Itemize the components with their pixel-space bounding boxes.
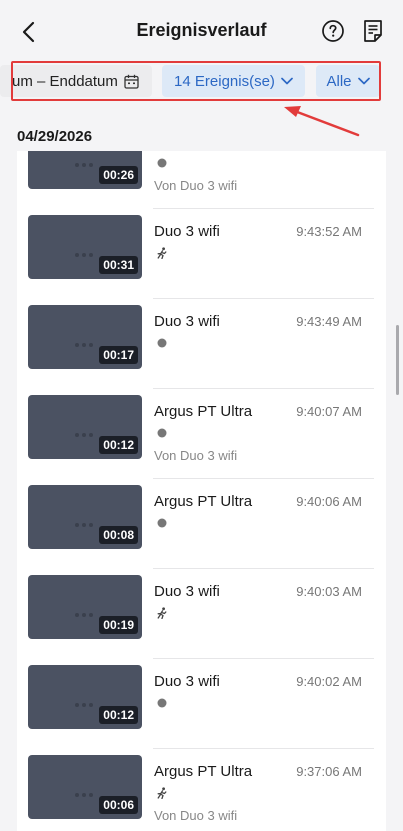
list-item[interactable]: 00:06 Argus PT Ultra 9:37:06 AM Von Duo … xyxy=(17,749,386,831)
person-icon xyxy=(157,247,167,259)
chevron-down-icon xyxy=(281,77,293,85)
video-thumbnail: 00:31 xyxy=(28,215,142,279)
event-time: 9:40:07 AM xyxy=(296,404,362,419)
event-time: 9:40:03 AM xyxy=(296,584,362,599)
dot-icon xyxy=(157,518,167,528)
dot-icon xyxy=(157,698,167,708)
dot-icon xyxy=(157,338,167,348)
date-range-label: um – Enddatum xyxy=(12,72,118,90)
list-item[interactable]: 00:26 Von Duo 3 wifi xyxy=(17,151,386,209)
video-thumbnail: 00:06 xyxy=(28,755,142,819)
chevron-down-icon xyxy=(357,77,370,85)
event-time: 9:37:06 AM xyxy=(296,764,362,779)
date-range-filter[interactable]: um – Enddatum xyxy=(0,65,152,97)
duration-badge: 00:12 xyxy=(99,436,138,454)
duration-badge: 00:12 xyxy=(99,706,138,724)
event-time: 9:43:52 AM xyxy=(296,224,362,239)
annotation-arrow-icon xyxy=(284,106,360,137)
event-list: 00:26 Von Duo 3 wifi 00:31 Duo 3 wifi 9:… xyxy=(17,151,386,831)
device-filter-label: Alle xyxy=(326,72,352,90)
list-item[interactable]: 00:31 Duo 3 wifi 9:43:52 AM xyxy=(17,209,386,299)
list-item[interactable]: 00:12 Duo 3 wifi 9:40:02 AM xyxy=(17,659,386,749)
camera-name: Argus PT Ultra xyxy=(154,763,253,780)
list-item[interactable]: 00:17 Duo 3 wifi 9:43:49 AM xyxy=(17,299,386,389)
section-date-heading: 04/29/2026 xyxy=(17,128,93,145)
list-item[interactable]: 00:08 Argus PT Ultra 9:40:06 AM xyxy=(17,479,386,569)
camera-name: Argus PT Ultra xyxy=(154,403,253,420)
event-count-label: 14 Ereignis(se) xyxy=(174,72,275,90)
event-source: Von Duo 3 wifi xyxy=(154,808,238,823)
help-icon[interactable] xyxy=(321,19,345,43)
event-time: 9:43:49 AM xyxy=(296,314,362,329)
duration-badge: 00:17 xyxy=(99,346,138,364)
video-thumbnail: 00:19 xyxy=(28,575,142,639)
event-time: 9:40:02 AM xyxy=(296,674,362,689)
video-thumbnail: 00:17 xyxy=(28,305,142,369)
duration-badge: 00:26 xyxy=(99,166,138,184)
event-source: Von Duo 3 wifi xyxy=(154,448,238,463)
video-thumbnail: 00:12 xyxy=(28,665,142,729)
dot-icon xyxy=(157,158,167,168)
camera-name: Duo 3 wifi xyxy=(154,673,220,690)
camera-name: Argus PT Ultra xyxy=(154,493,253,510)
dot-icon xyxy=(157,428,167,438)
video-thumbnail: 00:12 xyxy=(28,395,142,459)
event-count-filter[interactable]: 14 Ereignis(se) xyxy=(162,65,305,97)
camera-name: Duo 3 wifi xyxy=(154,583,220,600)
top-bar: Ereignisverlauf xyxy=(0,0,403,60)
filter-bar: um – Enddatum 14 Ereignis(se) Alle xyxy=(0,60,403,104)
camera-name: Duo 3 wifi xyxy=(154,313,220,330)
notes-icon[interactable] xyxy=(363,19,383,43)
calendar-icon xyxy=(124,74,139,89)
event-source: Von Duo 3 wifi xyxy=(154,178,238,193)
duration-badge: 00:08 xyxy=(99,526,138,544)
duration-badge: 00:19 xyxy=(99,616,138,634)
video-thumbnail: 00:26 xyxy=(28,151,142,189)
list-item[interactable]: 00:12 Argus PT Ultra 9:40:07 AM Von Duo … xyxy=(17,389,386,479)
video-thumbnail: 00:08 xyxy=(28,485,142,549)
event-time: 9:40:06 AM xyxy=(296,494,362,509)
person-icon xyxy=(157,787,167,799)
camera-name: Duo 3 wifi xyxy=(154,223,220,240)
person-icon xyxy=(157,607,167,619)
device-filter[interactable]: Alle xyxy=(316,65,380,97)
scrollbar[interactable] xyxy=(396,325,399,395)
duration-badge: 00:06 xyxy=(99,796,138,814)
duration-badge: 00:31 xyxy=(99,256,138,274)
list-item[interactable]: 00:19 Duo 3 wifi 9:40:03 AM xyxy=(17,569,386,659)
